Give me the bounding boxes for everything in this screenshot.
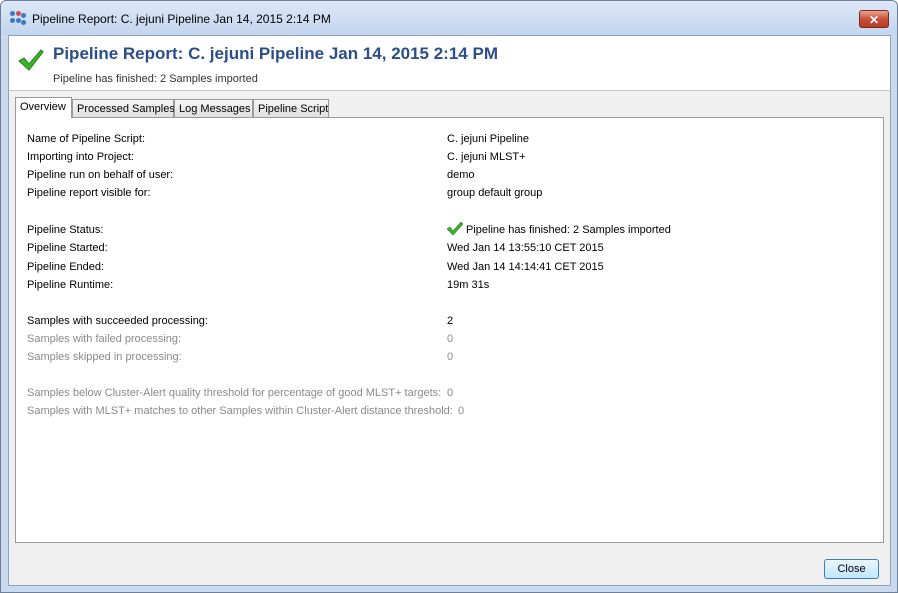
row-label: Samples skipped in processing: (27, 351, 182, 363)
row-label: Name of Pipeline Script: (27, 133, 145, 145)
dialog-body: Pipeline Report: C. jejuni Pipeline Jan … (8, 35, 891, 586)
row-value: C. jejuni Pipeline (447, 133, 529, 145)
overview-panel: Name of Pipeline Script: C. jejuni Pipel… (15, 117, 884, 543)
report-window: Pipeline Report: C. jejuni Pipeline Jan … (0, 0, 898, 593)
window-title: Pipeline Report: C. jejuni Pipeline Jan … (32, 12, 331, 26)
close-button[interactable]: Close (824, 559, 879, 579)
page-subtitle: Pipeline has finished: 2 Samples importe… (53, 73, 258, 85)
row-value: 2 (447, 315, 454, 327)
row-value: Pipeline has finished: 2 Samples importe… (447, 222, 671, 238)
row-label: Pipeline report visible for: (27, 187, 151, 199)
green-check-icon (447, 222, 463, 236)
row-value: demo (447, 169, 475, 181)
row-value: C. jejuni MLST+ (447, 151, 526, 163)
row-label: Pipeline Status: (27, 224, 104, 236)
row-label: Samples with succeeded processing: (27, 315, 208, 327)
row-value: Wed Jan 14 14:14:41 CET 2015 (447, 261, 604, 273)
row-value: 0 (458, 405, 465, 417)
row-label: Pipeline run on behalf of user: (27, 169, 174, 181)
row-value: 0 (447, 351, 454, 363)
row-label: Pipeline Runtime: (27, 279, 114, 291)
status-text: Pipeline has finished: 2 Samples importe… (466, 224, 671, 236)
row-label: Samples with MLST+ matches to other Samp… (27, 405, 453, 417)
row-value: Wed Jan 14 13:55:10 CET 2015 (447, 242, 604, 254)
tab-processed-samples[interactable]: Processed Samples (72, 99, 175, 117)
row-label: Importing into Project: (27, 151, 134, 163)
tab-log-messages[interactable]: Log Messages (174, 99, 253, 117)
report-header: Pipeline Report: C. jejuni Pipeline Jan … (9, 36, 890, 91)
row-value: 19m 31s (447, 279, 490, 291)
row-value: 0 (447, 387, 454, 399)
tab-pipeline-script[interactable]: Pipeline Script (253, 99, 329, 117)
green-check-icon (18, 49, 44, 71)
row-label: Pipeline Started: (27, 242, 108, 254)
row-value: group default group (447, 187, 543, 199)
row-label: Pipeline Ended: (27, 261, 105, 273)
window-close-button[interactable]: ✕ (859, 10, 889, 28)
tab-overview[interactable]: Overview (15, 97, 72, 118)
row-label: Samples below Cluster-Alert quality thre… (27, 387, 442, 399)
title-bar[interactable]: Pipeline Report: C. jejuni Pipeline Jan … (1, 1, 897, 35)
row-value: 0 (447, 333, 454, 345)
app-icon (10, 11, 26, 25)
row-label: Samples with failed processing: (27, 333, 182, 345)
page-title: Pipeline Report: C. jejuni Pipeline Jan … (53, 44, 498, 63)
